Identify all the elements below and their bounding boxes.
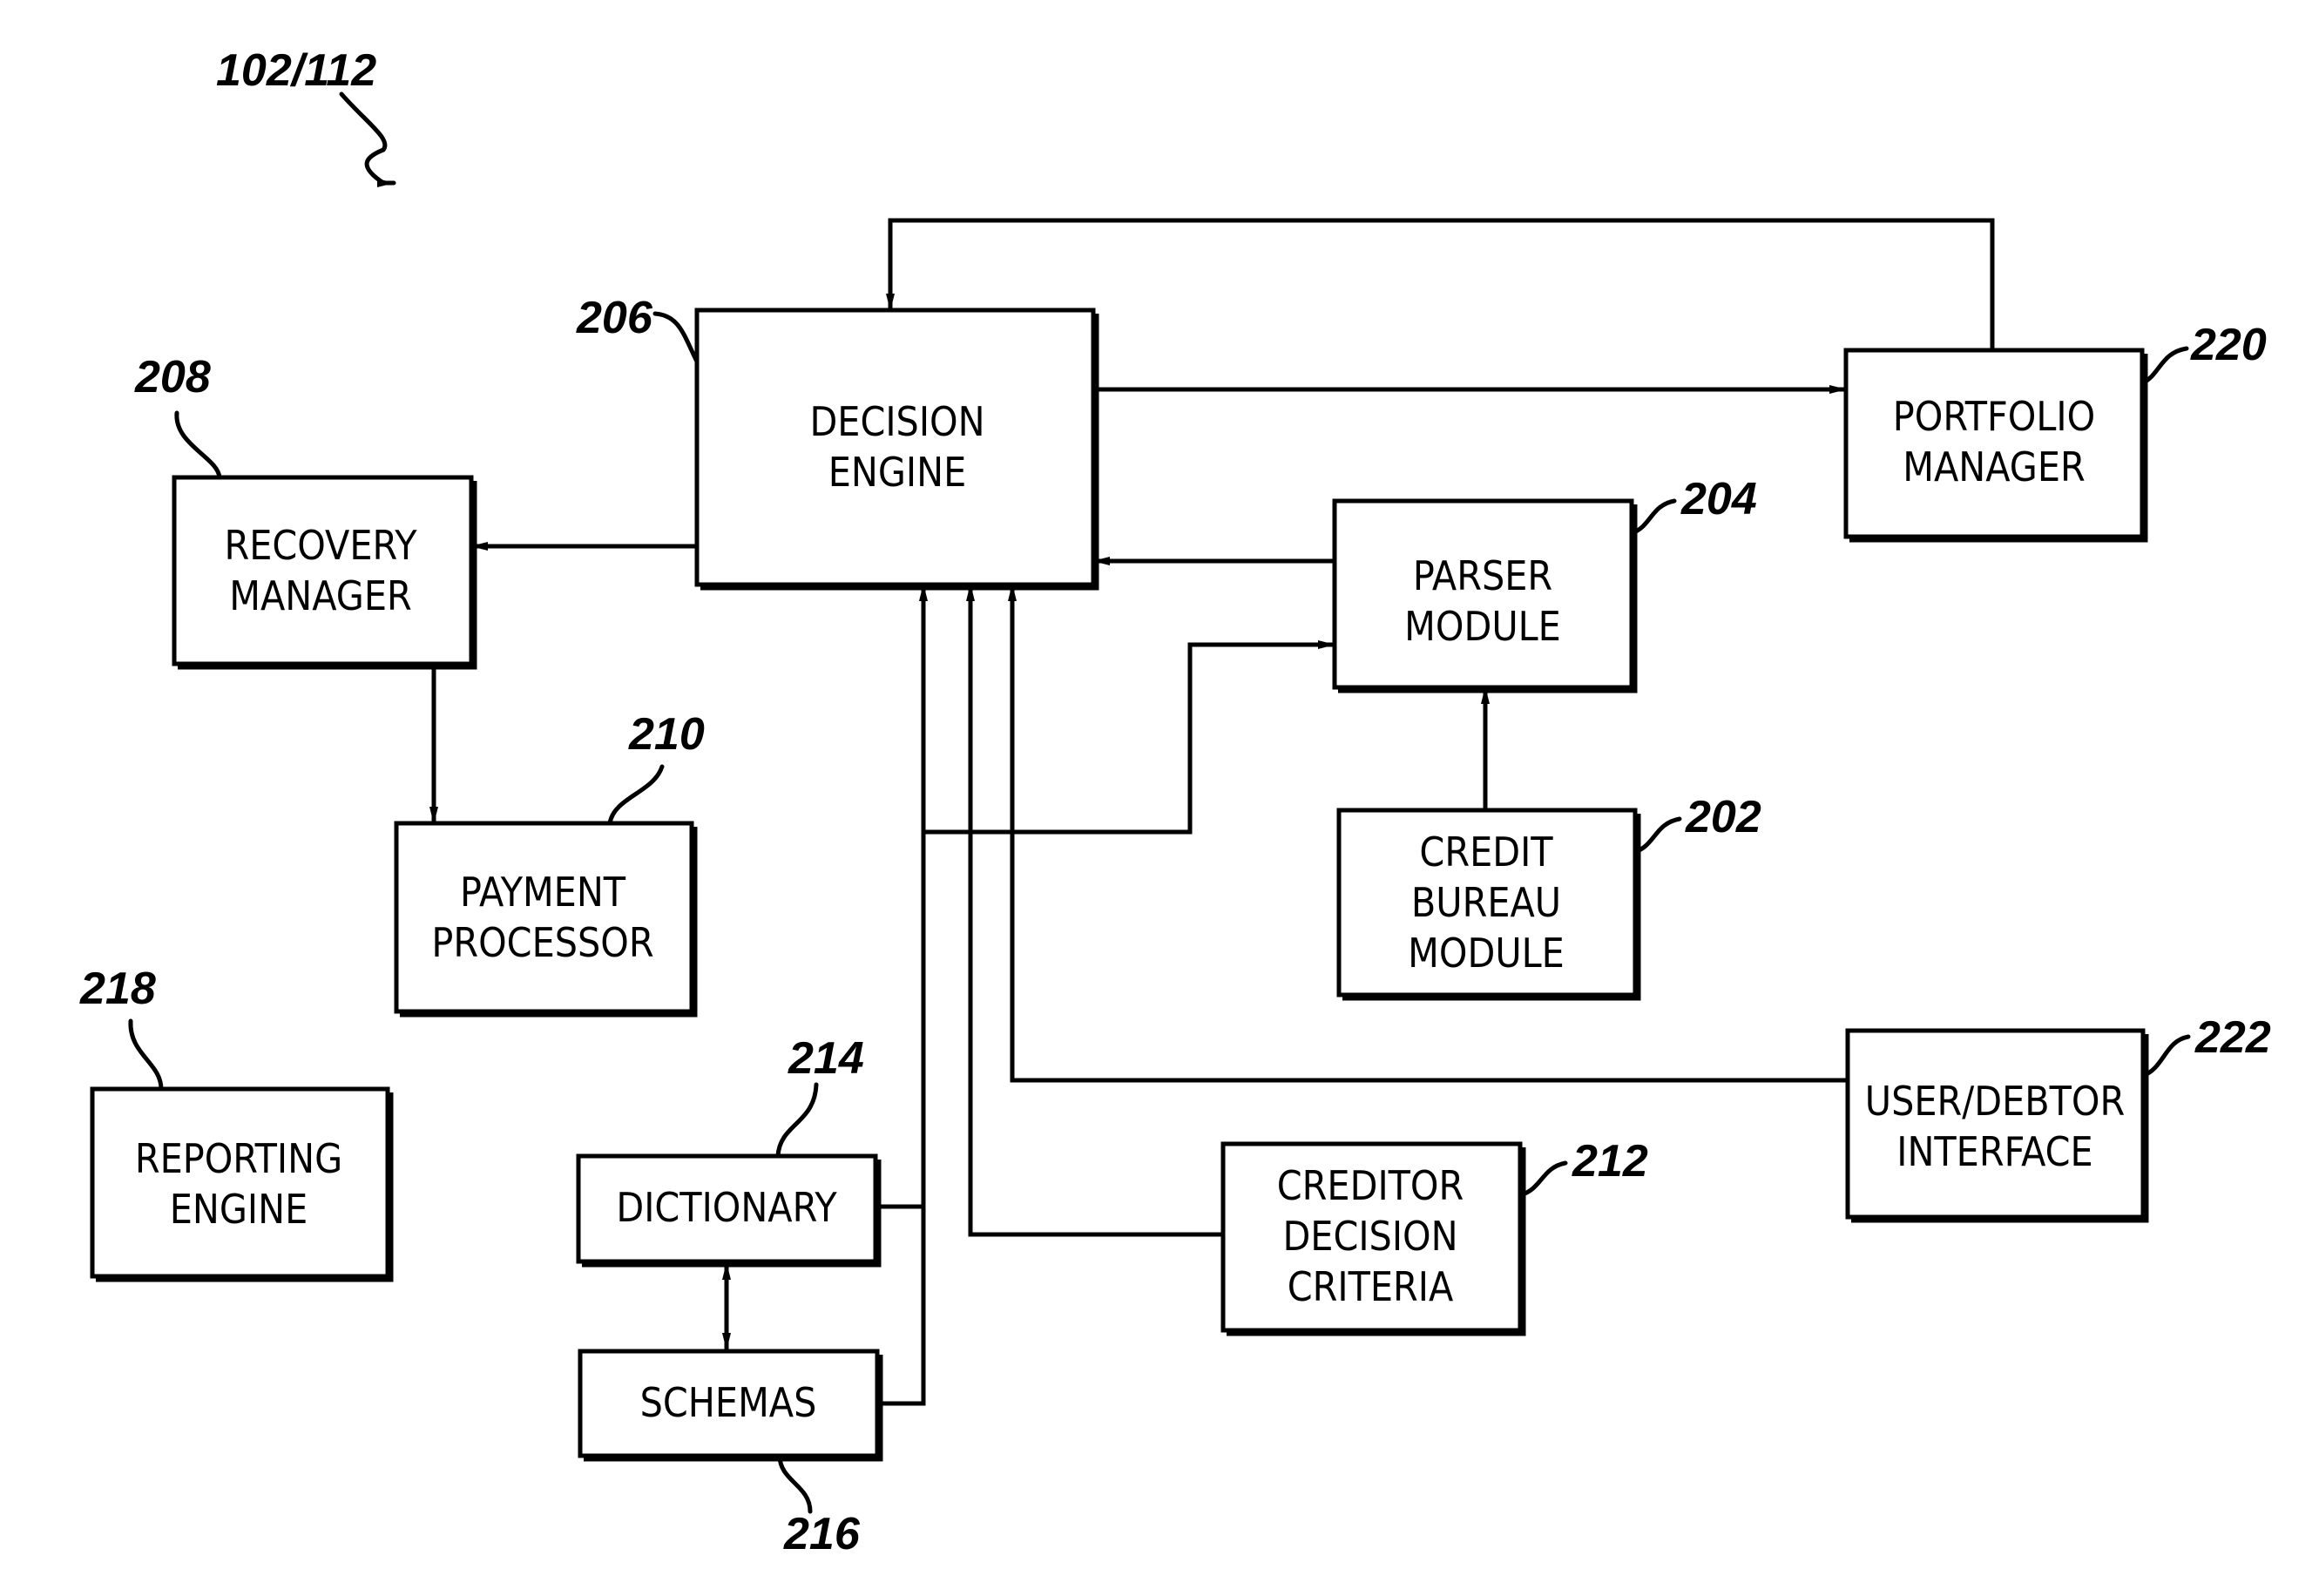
portfolio-manager-label-line2: MANAGER xyxy=(1903,443,2085,490)
ref-204: 204 xyxy=(1680,474,1757,524)
leader-216 xyxy=(777,1453,813,1514)
block-decision-engine[interactable]: DECISION ENGINE xyxy=(694,308,1099,591)
ref-208: 208 xyxy=(134,352,211,402)
criteria-label-line1: CREDITOR xyxy=(1277,1162,1464,1209)
block-parser-module[interactable]: PARSER MODULE xyxy=(1332,498,1638,693)
block-schemas[interactable]: SCHEMAS xyxy=(578,1349,883,1462)
interface-label-line1: USER/DEBTOR xyxy=(1865,1078,2125,1125)
ref-202: 202 xyxy=(1685,792,1761,842)
recovery-manager-label-line1: RECOVERY xyxy=(224,522,417,569)
credit-bureau-label-line3: MODULE xyxy=(1408,930,1565,977)
figure-ref-leader xyxy=(339,91,396,187)
ref-216: 216 xyxy=(783,1509,861,1559)
ref-212: 212 xyxy=(1572,1136,1648,1187)
leader-206 xyxy=(652,311,700,364)
block-recovery-manager[interactable]: RECOVERY MANAGER xyxy=(172,475,477,670)
block-dictionary[interactable]: DICTIONARY xyxy=(576,1153,882,1268)
dictionary-label: DICTIONARY xyxy=(616,1184,837,1231)
connector-criteria-to-decision xyxy=(966,584,1223,1237)
reporting-engine-label-line1: REPORTING xyxy=(135,1135,342,1182)
ref-218: 218 xyxy=(79,964,156,1014)
ref-214: 214 xyxy=(788,1033,864,1084)
leader-202 xyxy=(1633,816,1682,855)
payment-processor-label-line2: PROCESSOR xyxy=(431,919,653,966)
reporting-engine-label-line2: ENGINE xyxy=(170,1186,308,1233)
block-user-debtor-interface[interactable]: USER/DEBTOR INTERFACE xyxy=(1845,1028,2149,1223)
parser-module-label-line2: MODULE xyxy=(1404,603,1561,650)
block-creditor-decision-criteria[interactable]: CREDITOR DECISION CRITERIA xyxy=(1220,1141,1526,1336)
ref-210: 210 xyxy=(628,709,705,760)
connector-bus-to-parser xyxy=(923,640,1335,835)
decision-engine-label-line2: ENGINE xyxy=(828,449,966,496)
block-portfolio-manager[interactable]: PORTFOLIO MANAGER xyxy=(1843,348,2148,543)
portfolio-manager-label-line1: PORTFOLIO xyxy=(1893,393,2095,440)
ref-220: 220 xyxy=(2190,320,2267,370)
block-credit-bureau-module[interactable]: CREDIT BUREAU MODULE xyxy=(1336,808,1641,1001)
payment-processor-label-line1: PAYMENT xyxy=(460,869,626,916)
decision-engine-label-line1: DECISION xyxy=(809,398,984,445)
leader-214 xyxy=(775,1082,819,1159)
leader-210 xyxy=(607,764,665,826)
ref-222: 222 xyxy=(2194,1012,2271,1063)
parser-module-label-line1: PARSER xyxy=(1413,552,1552,599)
recovery-manager-label-line2: MANAGER xyxy=(229,572,411,619)
leader-222 xyxy=(2140,1034,2191,1079)
schemas-label: SCHEMAS xyxy=(640,1379,817,1426)
credit-bureau-label-line1: CREDIT xyxy=(1419,828,1553,876)
leader-204 xyxy=(1629,498,1677,536)
interface-label-line2: INTERFACE xyxy=(1896,1128,2092,1175)
leader-212 xyxy=(1518,1160,1568,1198)
block-diagram: 102/112 DECISION ENGINE 206 PORTFOLIO MA… xyxy=(79,45,2271,1559)
ref-206: 206 xyxy=(576,293,653,343)
criteria-label-line2: DECISION xyxy=(1282,1213,1457,1260)
block-payment-processor[interactable]: PAYMENT PROCESSOR xyxy=(394,821,698,1018)
block-reporting-engine[interactable]: REPORTING ENGINE xyxy=(90,1086,394,1282)
leader-220 xyxy=(2140,346,2189,386)
criteria-label-line3: CRITERIA xyxy=(1288,1263,1454,1310)
connector-schemas-dictionary-to-decision xyxy=(877,584,928,1406)
figure-ref-label: 102/112 xyxy=(216,45,376,96)
leader-218 xyxy=(128,1018,164,1092)
leader-208 xyxy=(174,410,222,480)
credit-bureau-label-line2: BUREAU xyxy=(1411,879,1561,926)
